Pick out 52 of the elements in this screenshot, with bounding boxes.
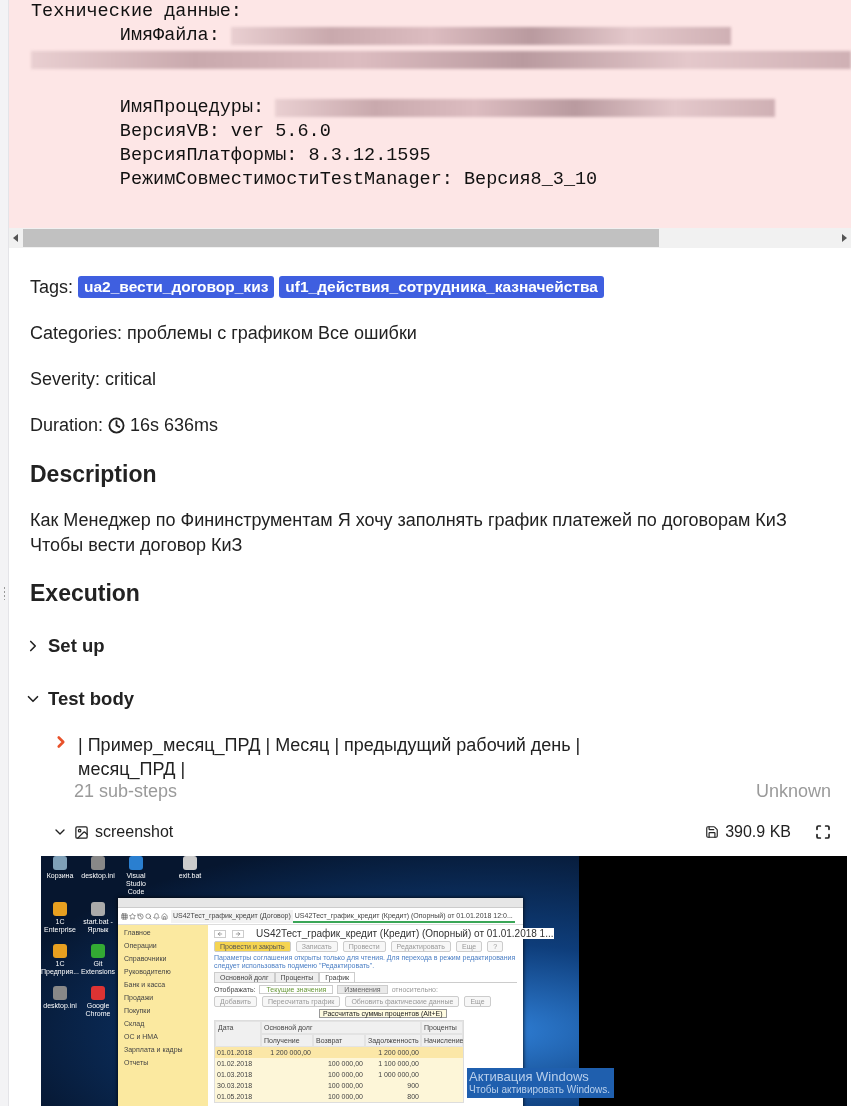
step-title[interactable]: | Пример_месяц_ПРД | Месяц | предыдущий рабочий день | месяц_ПРД | bbox=[78, 733, 678, 781]
shortcut-icon bbox=[53, 986, 67, 1000]
fullscreen-icon[interactable] bbox=[815, 824, 831, 840]
code-line: ВерсияVB: ver 5.6.0 bbox=[118, 120, 332, 144]
duration-value: 16s 636ms bbox=[130, 414, 219, 437]
save-icon bbox=[705, 825, 720, 839]
toolbar-icon[interactable] bbox=[153, 912, 160, 920]
activation-text: Чтобы активировать Windows. bbox=[469, 1084, 611, 1096]
toolbar-icon[interactable] bbox=[129, 912, 136, 920]
info-text: Severity: critical bbox=[30, 368, 157, 391]
forward-button[interactable] bbox=[232, 929, 244, 938]
section-heading: Description bbox=[30, 460, 158, 489]
substeps-count: 21 sub-steps bbox=[74, 781, 178, 802]
section-title[interactable]: Test body bbox=[48, 688, 134, 710]
tag: uf1_действия_сотрудника_казначейства bbox=[279, 276, 604, 298]
activation-title: Активация Windows bbox=[469, 1069, 590, 1084]
attachment-size: 390.9 KB bbox=[725, 823, 791, 841]
clock-icon bbox=[108, 416, 126, 434]
description-text: Как Менеджер по Фининструментам Я хочу заполнять график платежей по договорам КиЗ Чтобы вести договор КиЗ bbox=[30, 509, 788, 557]
back-button[interactable] bbox=[214, 929, 226, 938]
scroll-left-icon[interactable] bbox=[13, 234, 18, 243]
attachment-name[interactable]: screenshot bbox=[95, 823, 174, 841]
shortcut-icon bbox=[53, 902, 67, 916]
shortcut-icon bbox=[91, 986, 105, 1000]
shortcut-icon bbox=[53, 856, 67, 870]
shortcut-icon bbox=[91, 856, 105, 870]
code-line: ИмяПроцедуры: bbox=[118, 96, 266, 120]
shortcut-icon bbox=[91, 944, 105, 958]
code-line: ВерсияПлатформы: 8.3.12.1595 bbox=[118, 144, 432, 168]
duration-label: Duration: bbox=[30, 414, 104, 437]
code-line: Технические данные: bbox=[31, 0, 243, 24]
tags-label: Tags: bbox=[30, 276, 74, 299]
horizontal-scrollbar[interactable] bbox=[9, 228, 851, 248]
step-status: Unknown bbox=[755, 781, 831, 802]
toolbar-icon[interactable] bbox=[145, 912, 152, 920]
toolbar-icon[interactable] bbox=[161, 912, 168, 920]
document-title: US42Тест_график_кредит (Кредит) (Опорный) от 01.01.2018 1... bbox=[256, 928, 554, 939]
image-icon bbox=[74, 824, 89, 840]
scroll-right-icon[interactable] bbox=[842, 234, 847, 243]
section-heading: Execution bbox=[30, 579, 141, 608]
section-title[interactable]: Set up bbox=[48, 635, 105, 657]
shortcut-icon bbox=[129, 856, 143, 870]
code-line: РежимСовместимостиTestManager: Версия8_3_10 bbox=[118, 168, 599, 192]
shortcut-icon bbox=[53, 944, 67, 958]
shortcut-icon bbox=[91, 902, 105, 916]
info-text: Categories: проблемы с графиком Все ошибки bbox=[30, 322, 417, 345]
code-line: ИмяФайла: bbox=[118, 24, 221, 48]
resize-handle[interactable] bbox=[2, 586, 6, 600]
tag: ua2_вести_договор_киз bbox=[78, 276, 275, 298]
toolbar-icon[interactable] bbox=[121, 912, 128, 920]
toolbar-icon[interactable] bbox=[137, 912, 144, 920]
shortcut-icon bbox=[183, 856, 197, 870]
